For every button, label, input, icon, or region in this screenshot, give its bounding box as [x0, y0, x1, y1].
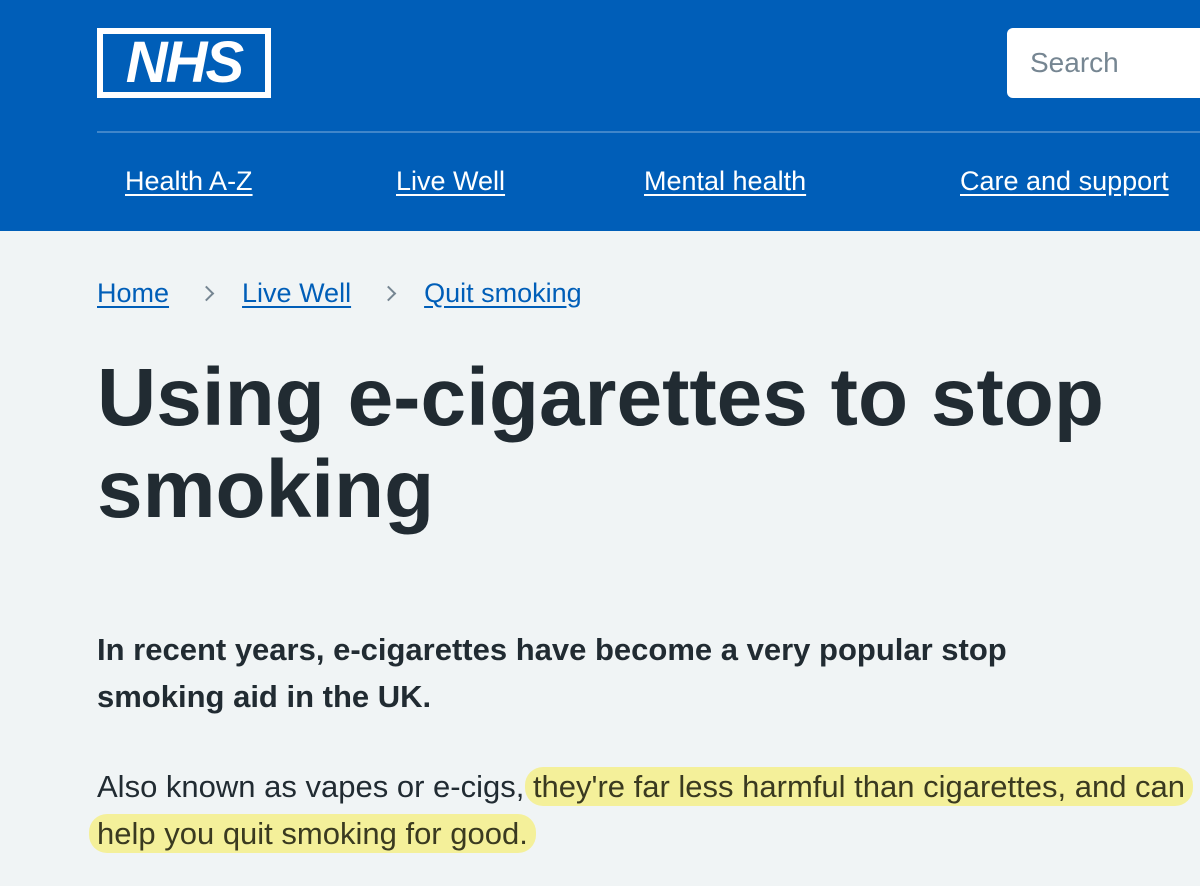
- search-placeholder: Search: [1030, 47, 1119, 78]
- nav-item-care-and-support[interactable]: Care and support: [960, 166, 1169, 197]
- body-intro-text: Also known as vapes or e-cigs,: [97, 769, 533, 804]
- nhs-logo-text: NHS: [103, 34, 265, 92]
- breadcrumb-home[interactable]: Home: [97, 278, 169, 309]
- nav-item-live-well[interactable]: Live Well: [396, 166, 505, 197]
- nav-item-health-a-z[interactable]: Health A-Z: [125, 166, 253, 197]
- page-title: Using e-cigarettes to stop smoking: [97, 352, 1104, 535]
- chevron-right-icon: [198, 285, 215, 301]
- header-divider: [97, 131, 1200, 133]
- nhs-logo[interactable]: NHS: [97, 28, 271, 98]
- nav-item-mental-health[interactable]: Mental health: [644, 166, 806, 197]
- site-header: NHS Search Health A-Z Live Well Mental h…: [0, 0, 1200, 231]
- search-input[interactable]: Search: [1007, 28, 1200, 98]
- breadcrumb-quit-smoking[interactable]: Quit smoking: [424, 278, 582, 309]
- chevron-right-icon: [380, 285, 397, 301]
- body-paragraph: Also known as vapes or e-cigs, they're f…: [89, 763, 1197, 857]
- breadcrumb: Home Live Well Quit smoking: [97, 275, 582, 311]
- breadcrumb-live-well[interactable]: Live Well: [242, 278, 351, 309]
- lede-paragraph: In recent years, e-cigarettes have becom…: [97, 632, 1007, 714]
